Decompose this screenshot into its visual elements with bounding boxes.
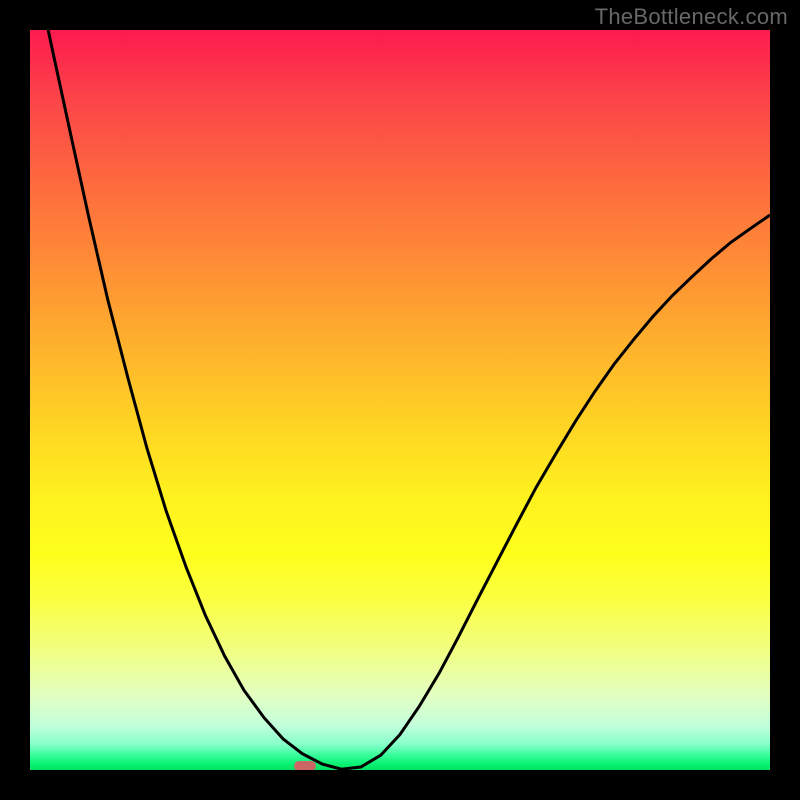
plot-area bbox=[30, 30, 770, 770]
bottleneck-marker bbox=[294, 761, 316, 770]
curve-path bbox=[30, 30, 770, 769]
chart-frame: TheBottleneck.com bbox=[0, 0, 800, 800]
bottleneck-curve bbox=[30, 30, 770, 770]
watermark-text: TheBottleneck.com bbox=[595, 4, 788, 30]
